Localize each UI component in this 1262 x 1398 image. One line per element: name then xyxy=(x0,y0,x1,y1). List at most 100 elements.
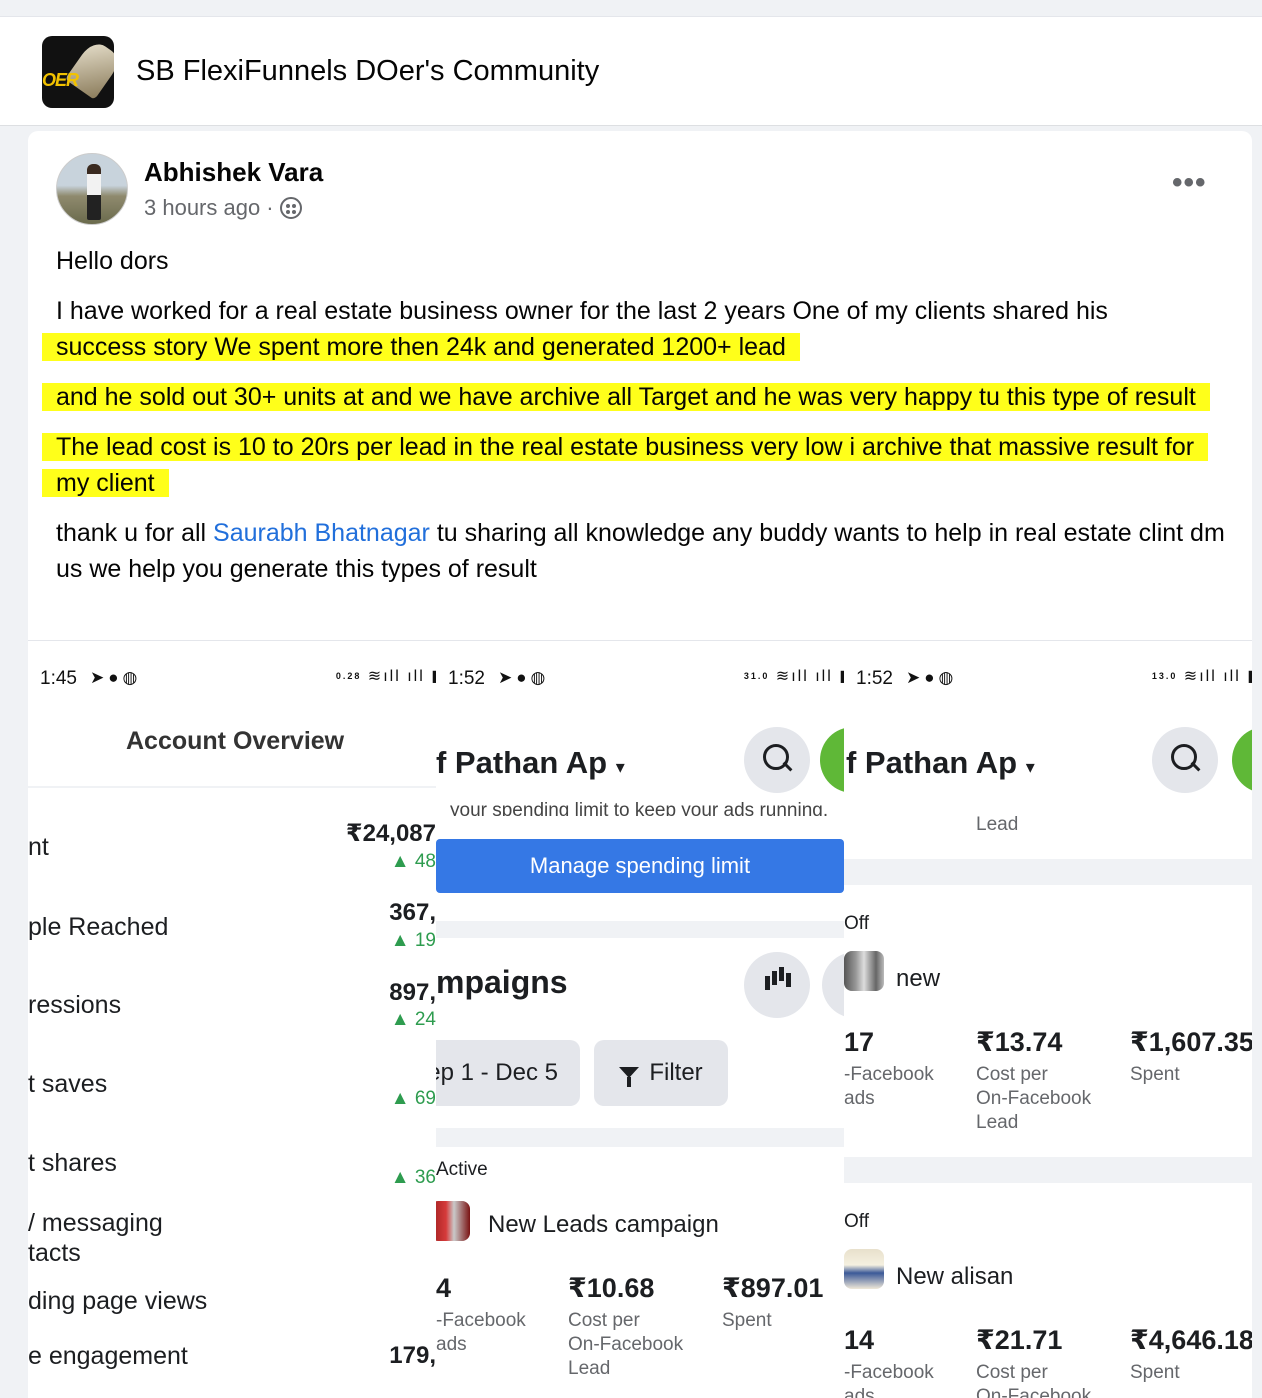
post-paragraph-2: and he sold out 30+ units at and we have… xyxy=(42,379,1226,415)
network-speed: 31.0 xyxy=(743,671,770,682)
post-greeting: Hello dors xyxy=(56,247,169,275)
post-meta: 3 hours ago · xyxy=(144,195,302,221)
screenshot-campaigns[interactable]: 1:52 ➤●◍ 31.0 ≋ıll ıll ▮ f Pathan Ap ▾ y… xyxy=(436,640,844,1398)
metric-label-post-saves: t saves xyxy=(28,1070,108,1098)
group-name[interactable]: SB FlexiFunnels DOer's Community xyxy=(136,55,599,88)
campaign-status: Active xyxy=(436,1159,488,1180)
highlighted-text-3: The lead cost is 10 to 20rs per lead in … xyxy=(42,433,1209,497)
more-button[interactable] xyxy=(822,952,844,1018)
previous-cpl-label: Lead xyxy=(976,814,1019,835)
metric-delta-post-saves: ▲ 69 xyxy=(390,1088,436,1109)
metric-value-amount-spent: ₹24,087 xyxy=(345,820,436,847)
campaigns-section: mpaigns ep 1 - Dec 5 Filter xyxy=(436,938,844,1128)
status-time: 1:52 xyxy=(856,668,893,689)
date-range-button[interactable]: ep 1 - Dec 5 xyxy=(436,1040,580,1106)
campaign-card[interactable]: Active New Leads campaign 4 -Facebook ad… xyxy=(436,1147,844,1398)
campaign-spent-value: ₹4,646.18 xyxy=(1130,1325,1252,1355)
dropdown-caret-icon: ▾ xyxy=(615,757,625,777)
divider xyxy=(28,786,436,788)
status-right-icons: 0.28 ≋ıll ıll ▮ xyxy=(335,668,436,685)
post-paragraph-1: I have worked for a real estate business… xyxy=(42,293,1226,365)
network-speed: 13.0 xyxy=(1151,671,1178,682)
campaign-results-label-1: -Facebook xyxy=(844,1362,934,1383)
screenshot-campaign-list[interactable]: 1:52 ➤●◍ 13.0 ≋ıll ıll ▮ f Pathan Ap ▾ L… xyxy=(844,640,1252,1398)
spending-limit-panel: your spending limit to keep your ads run… xyxy=(436,800,844,921)
metric-label-messaging: / messaging xyxy=(28,1209,163,1237)
spending-limit-text: your spending limit to keep your ads run… xyxy=(450,800,829,816)
campaign-cpl-label-1: Cost per xyxy=(976,1362,1048,1383)
meta-separator: · xyxy=(266,195,274,220)
campaign-cpl-value: ₹13.74 xyxy=(976,1027,1063,1057)
campaign-cpl-label-3: Lead xyxy=(568,1358,611,1379)
metric-label-amount-spent: nt xyxy=(28,833,49,861)
metric-delta-people-reached: ▲ 19 xyxy=(390,930,436,951)
create-button[interactable] xyxy=(820,727,844,793)
campaign-spent-value: ₹897.01 xyxy=(722,1273,824,1303)
mention-link[interactable]: Saurabh Bhatnagar xyxy=(213,519,430,547)
campaigns-title: mpaigns xyxy=(436,964,568,1000)
app-header: f Pathan Ap ▾ xyxy=(436,713,844,811)
campaign-cpl-value: ₹10.68 xyxy=(568,1273,655,1303)
screenshot-account-overview[interactable]: 1:45 ➤●◍ 0.28 ≋ıll ıll ▮ Account Overvie… xyxy=(28,640,436,1398)
status-app-icons: ➤●◍ xyxy=(90,668,142,687)
logo-text: OER xyxy=(42,70,79,90)
search-icon[interactable] xyxy=(1152,727,1218,793)
campaign-card[interactable]: Off new 17 -Facebook ads ₹13.74 Cost per… xyxy=(844,885,1252,1157)
post-paragraph-4: thank u for all Saurabh Bhatnagar tu sha… xyxy=(56,515,1226,587)
campaign-name[interactable]: New Leads campaign xyxy=(488,1211,719,1239)
filter-label: Filter xyxy=(649,1059,703,1086)
status-right-icons: 31.0 ≋ıll ıll ▮ xyxy=(743,668,844,685)
metric-value-page-engagement: 179, xyxy=(389,1342,436,1369)
campaign-spent-label: Spent xyxy=(1130,1362,1180,1383)
screenshot-collage[interactable]: 1:45 ➤●◍ 0.28 ≋ıll ıll ▮ Account Overvie… xyxy=(28,640,1252,1398)
group-header: OER SB FlexiFunnels DOer's Community xyxy=(0,16,1262,126)
metric-delta-impressions: ▲ 24 xyxy=(390,1009,436,1030)
filter-button[interactable]: Filter xyxy=(594,1040,728,1106)
manage-spending-limit-button[interactable]: Manage spending limit xyxy=(436,839,844,893)
campaign-results-value: 4 xyxy=(436,1273,452,1303)
metric-label-people-reached: ple Reached xyxy=(28,913,169,941)
author-name[interactable]: Abhishek Vara xyxy=(144,157,323,188)
metric-delta-amount-spent: ▲ 48 xyxy=(390,851,436,872)
more-options-icon[interactable]: ••• xyxy=(1172,168,1207,198)
post-text: Hello dors I have worked for a real esta… xyxy=(42,243,1226,601)
highlighted-text-1: success story We spent more then 24k and… xyxy=(42,333,800,361)
post-time[interactable]: 3 hours ago xyxy=(144,195,260,221)
metric-label-impressions: ressions xyxy=(28,991,122,1019)
campaign-card[interactable]: Off New alisan 14 -Facebook ads ₹21.71 C… xyxy=(844,1183,1252,1398)
campaign-thumbnail xyxy=(436,1201,470,1241)
avatar-person xyxy=(87,164,101,220)
campaign-results-value: 14 xyxy=(844,1325,875,1355)
campaign-cpl-label-2: On-Facebook xyxy=(976,1088,1092,1109)
ad-account-name: f Pathan Ap xyxy=(846,745,1018,780)
metric-label-page-engagement: e engagement xyxy=(28,1342,188,1370)
campaign-cpl-label-1: Cost per xyxy=(976,1064,1048,1085)
campaign-status: Off xyxy=(844,913,869,934)
author-avatar[interactable] xyxy=(56,153,128,225)
campaign-thumbnail xyxy=(844,1249,884,1289)
chart-icon[interactable] xyxy=(744,952,810,1018)
ad-account-title[interactable]: f Pathan Ap ▾ xyxy=(846,745,1035,781)
create-button[interactable] xyxy=(1232,727,1252,793)
campaign-name[interactable]: new xyxy=(896,965,940,993)
ad-account-name: f Pathan Ap xyxy=(436,745,608,780)
campaign-name[interactable]: New alisan xyxy=(896,1263,1013,1291)
privacy-public-icon xyxy=(279,197,302,219)
metric-delta-post-shares: ▲ 36 xyxy=(390,1167,436,1188)
campaign-results-label-2: ads xyxy=(844,1386,875,1398)
search-icon[interactable] xyxy=(744,727,810,793)
status-time: 1:52 xyxy=(448,668,485,689)
metric-value-impressions: 897, xyxy=(389,979,436,1006)
group-logo[interactable]: OER xyxy=(42,36,114,108)
campaign-spent-label: Spent xyxy=(1130,1064,1180,1085)
campaign-cpl-label-2: On-Facebook xyxy=(568,1334,684,1355)
campaign-results-value: 17 xyxy=(844,1027,875,1057)
ad-account-title[interactable]: f Pathan Ap ▾ xyxy=(436,745,625,781)
post-paragraph-3: The lead cost is 10 to 20rs per lead in … xyxy=(42,429,1226,501)
status-bar: 1:45 ➤●◍ 0.28 ≋ıll ıll ▮ xyxy=(28,663,436,693)
network-speed: 0.28 xyxy=(335,671,362,682)
campaign-cpl-label-2: On-Facebook xyxy=(976,1386,1092,1398)
metric-label-landing-page-views: ding page views xyxy=(28,1287,208,1315)
campaign-spent-label: Spent xyxy=(722,1310,772,1331)
thanks-text-before: thank u for all xyxy=(56,519,214,547)
